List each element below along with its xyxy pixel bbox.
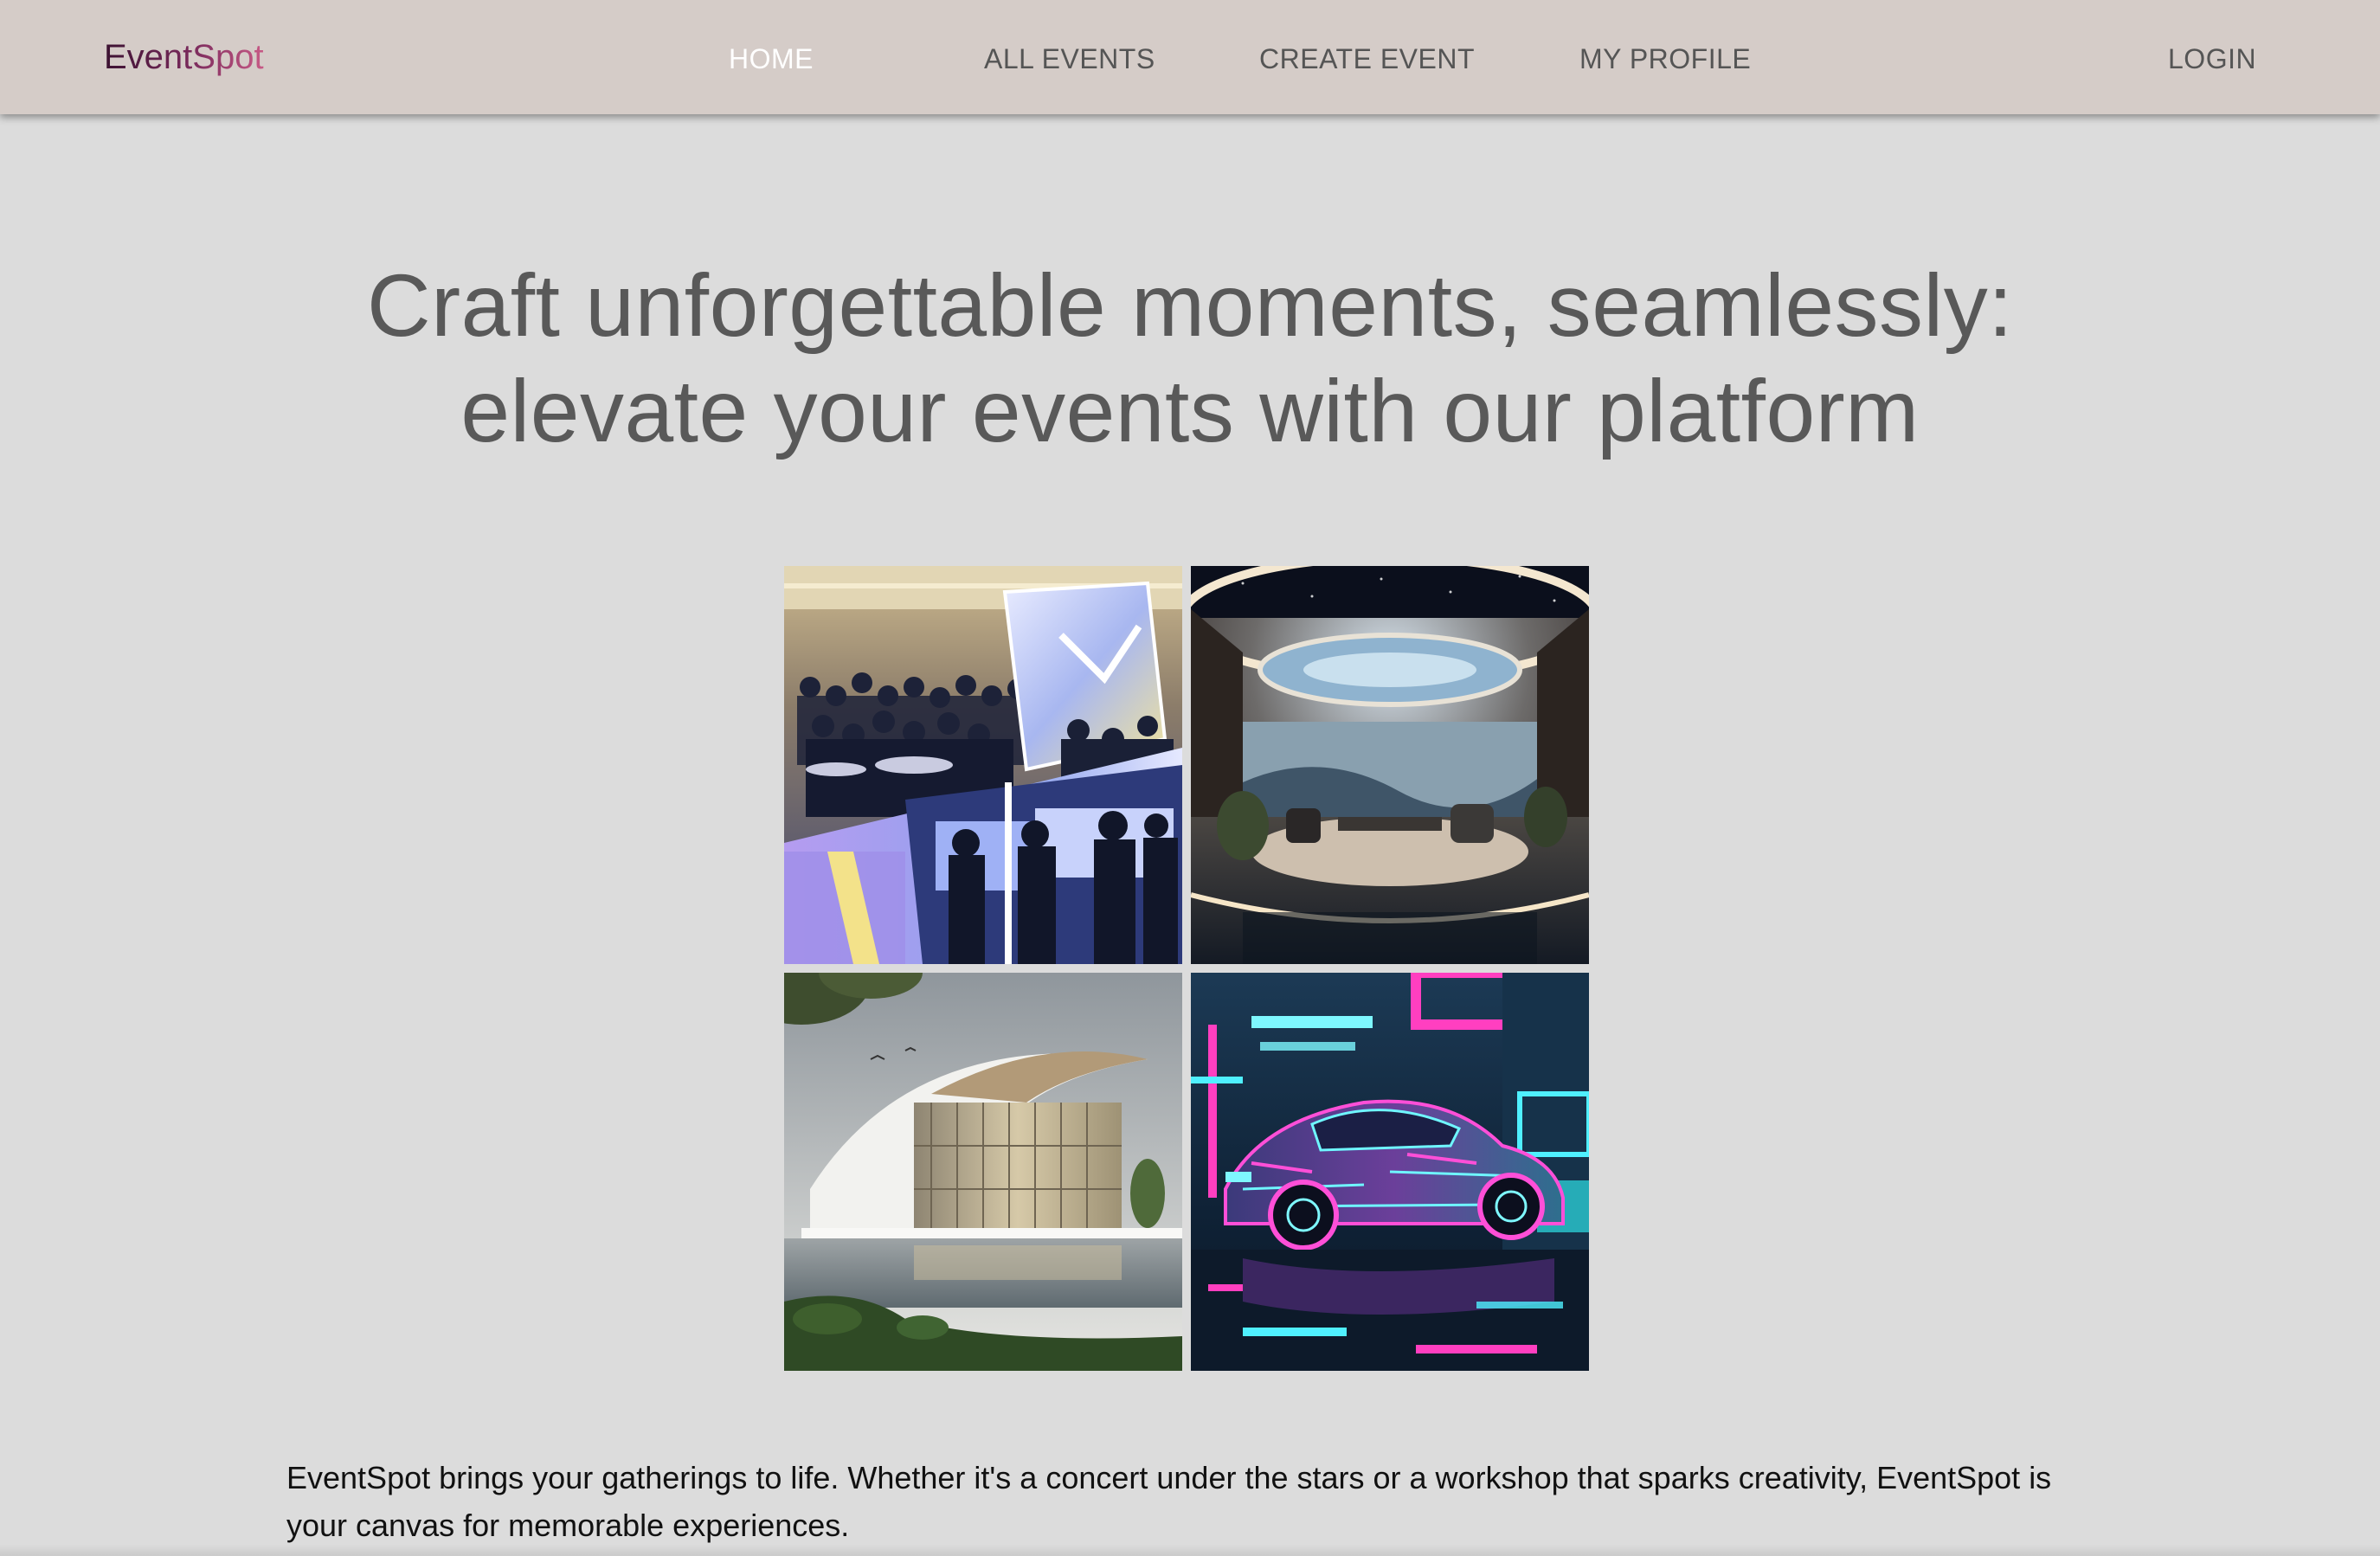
nav-item-home[interactable]: HOME [729,38,814,80]
hero-title-line-1: Craft unforgettable moments, seamlessly: [366,256,2014,355]
conference-hall-image [784,566,1182,964]
futuristic-lounge-image [1191,566,1589,964]
main-nav: HOME ALL EVENTS CREATE EVENT MY PROFILE … [0,38,2380,80]
bottom-shade [0,1544,2380,1556]
nav-item-all-events[interactable]: ALL EVENTS [984,38,1155,80]
login-link[interactable]: LOGIN [2168,38,2256,80]
nav-item-create-event[interactable]: CREATE EVENT [1259,38,1475,80]
event-image-gallery [784,566,1589,1371]
nav-item-my-profile[interactable]: MY PROFILE [1579,38,1751,80]
hero-title: Craft unforgettable moments, seamlessly:… [173,253,2207,464]
neon-car-image [1191,973,1589,1371]
waterfront-venue-image [784,973,1182,1371]
intro-paragraph: EventSpot brings your gatherings to life… [286,1460,2052,1543]
hero-title-line-2: elevate your events with our platform [460,362,1920,460]
top-navbar: EventSpot HOME ALL EVENTS CREATE EVENT M… [0,0,2380,114]
